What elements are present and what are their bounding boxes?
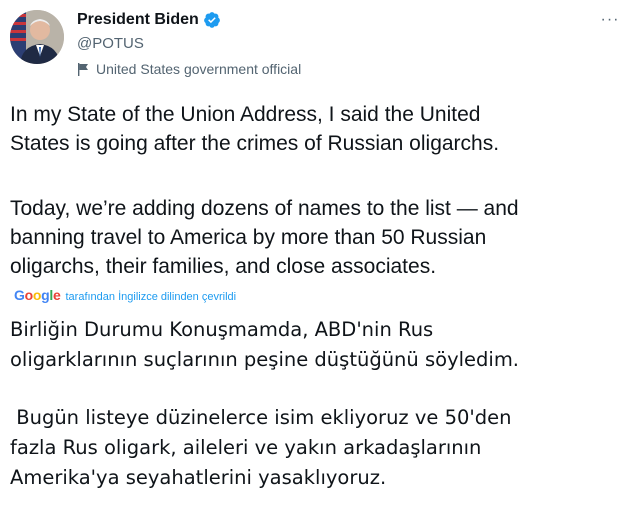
display-name[interactable]: President Biden [77,11,199,29]
translation-note[interactable]: tarafından İngilizce dilinden çevrildi [65,291,236,303]
avatar[interactable] [10,10,64,64]
avatar-photo [10,10,64,64]
name-row: President Biden [77,11,221,29]
user-handle[interactable]: @POTUS [77,35,144,52]
government-label: United States government official [77,61,301,77]
translation-attribution: Google tarafından İngilizce dilinden çev… [14,287,236,303]
government-label-text: United States government official [96,61,302,77]
tweet-text-paragraph-1: In my State of the Union Address, I said… [10,103,500,155]
tweet-header: President Biden @POTUS United States gov… [10,8,630,84]
verified-badge-icon [203,12,220,28]
translated-text-paragraph-2: Bugün listeye düzinelerce isim ekliyoruz… [10,406,512,489]
flag-icon [78,62,88,76]
translated-text-paragraph-1: Birliğin Durumu Konuşmamda, ABD'nin Rus … [10,318,520,371]
tweet-text-paragraph-2: Today, we’re adding dozens of names to t… [10,197,519,278]
google-logo: Google [14,287,61,303]
more-options-icon[interactable]: ··· [596,10,624,30]
